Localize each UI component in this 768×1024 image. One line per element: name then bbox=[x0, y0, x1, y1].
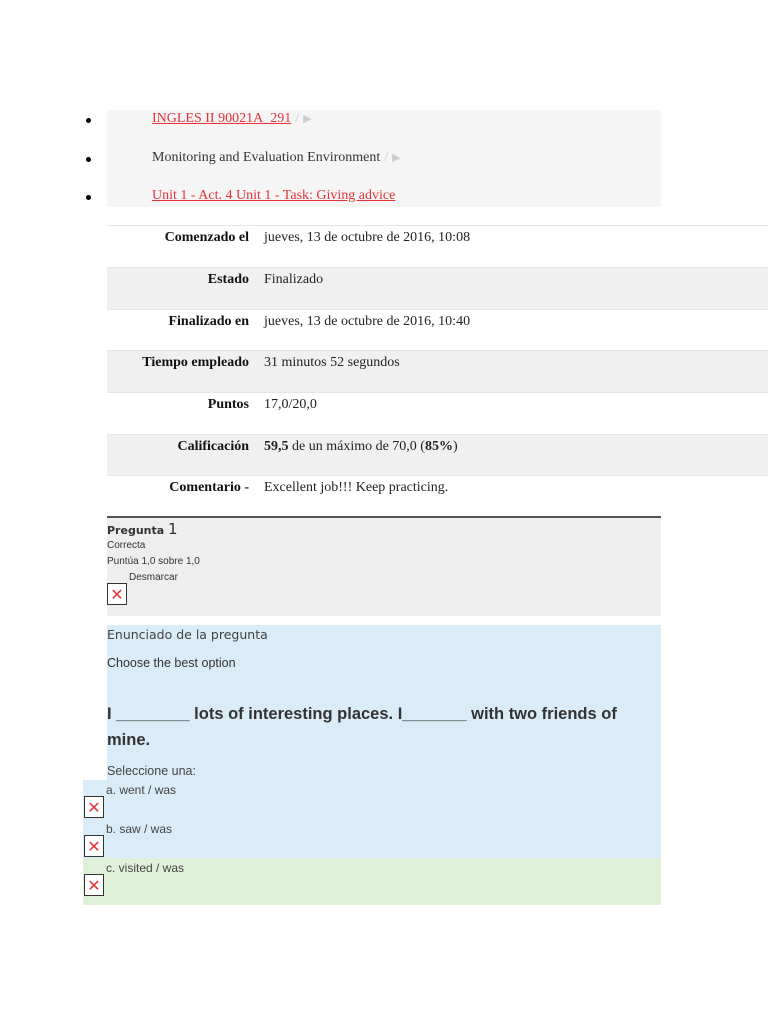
question-info: Pregunta 1 Correcta Puntúa 1,0 sobre 1,0… bbox=[107, 516, 661, 616]
row-value: 31 minutos 52 segundos bbox=[264, 355, 400, 370]
question-instruction: Choose the best option bbox=[107, 656, 236, 670]
table-row: Finalizado en jueves, 13 de octubre de 20… bbox=[107, 309, 768, 351]
select-prompt: Seleccione una: bbox=[107, 764, 196, 778]
question-status: Correcta bbox=[107, 540, 146, 551]
grade-max: de un máximo de 70,0 ( bbox=[288, 439, 425, 454]
option-a-radio-icon[interactable]: ✕ bbox=[84, 796, 104, 818]
row-label: Estado bbox=[207, 272, 249, 287]
row-value: Finalizado bbox=[264, 272, 324, 287]
grade-percent: 85% bbox=[424, 439, 453, 454]
table-row: Comenzado el jueves, 13 de octubre de 201… bbox=[107, 225, 768, 267]
breadcrumb-item-section: Monitoring and Evaluation Environment / ▶ bbox=[152, 150, 401, 166]
option-b-radio-icon[interactable]: ✕ bbox=[84, 835, 104, 857]
bullet bbox=[86, 118, 91, 123]
row-value: Excellent job!!! Keep practicing. bbox=[264, 480, 449, 495]
row-label: Finalizado en bbox=[168, 314, 249, 329]
question-number: 1 bbox=[168, 520, 178, 538]
row-value: 17,0/20,0 bbox=[264, 397, 317, 412]
question-label: Pregunta bbox=[107, 524, 165, 537]
question-title: Pregunta 1 bbox=[107, 520, 178, 538]
bullet bbox=[86, 157, 91, 162]
course-link[interactable]: INGLES II 90021A_291 bbox=[152, 111, 291, 126]
separator: / bbox=[295, 111, 300, 126]
grade-end: ) bbox=[452, 439, 458, 454]
question-score: Puntúa 1,0 sobre 1,0 bbox=[107, 556, 200, 567]
row-value: jueves, 13 de octubre de 2016, 10:40 bbox=[264, 314, 471, 329]
row-label: Calificación bbox=[177, 439, 249, 454]
flag-icon[interactable]: ✕ bbox=[107, 583, 127, 605]
question-text: I ________ lots of interesting places. I… bbox=[107, 705, 617, 749]
section-label: Monitoring and Evaluation Environment bbox=[152, 150, 381, 165]
arrow-icon: ▶ bbox=[303, 113, 312, 125]
bullet bbox=[86, 195, 91, 200]
row-label: Comenzado el bbox=[164, 230, 249, 245]
option-a-label: a. went / was bbox=[106, 783, 177, 797]
question-heading: Enunciado de la pregunta bbox=[107, 627, 268, 642]
option-c-label: c. visited / was bbox=[106, 861, 185, 875]
row-label: Tiempo empleado bbox=[142, 355, 249, 370]
table-row: Tiempo empleado 31 minutos 52 segundos bbox=[107, 350, 768, 392]
unflag-link[interactable]: Desmarcar bbox=[129, 572, 178, 583]
table-row: Estado Finalizado bbox=[107, 267, 768, 309]
row-label: Comentario - bbox=[169, 480, 249, 495]
option-b-label: b. saw / was bbox=[106, 822, 173, 836]
table-row: Comentario - Excellent job!!! Keep practi… bbox=[107, 475, 768, 517]
row-value: 59,5 de un máximo de 70,0 (85%) bbox=[264, 439, 458, 455]
grade: 59,5 bbox=[264, 439, 289, 454]
row-value: jueves, 13 de octubre de 2016, 10:08 bbox=[264, 230, 471, 245]
table-row: Calificación 59,5 de un máximo de 70,0 (8… bbox=[107, 434, 768, 476]
breadcrumb-item-course: INGLES II 90021A_291 /▶ bbox=[152, 111, 312, 127]
option-c-radio-icon[interactable]: ✕ bbox=[84, 874, 104, 896]
arrow-icon: ▶ bbox=[392, 152, 401, 164]
row-label: Puntos bbox=[207, 397, 249, 412]
table-row: Puntos 17,0/20,0 bbox=[107, 392, 768, 434]
separator: / bbox=[384, 150, 389, 165]
breadcrumb-item-activity: Unit 1 - Act. 4 Unit 1 - Task: Giving ad… bbox=[152, 188, 395, 204]
activity-link[interactable]: Unit 1 - Act. 4 Unit 1 - Task: Giving ad… bbox=[152, 188, 395, 203]
